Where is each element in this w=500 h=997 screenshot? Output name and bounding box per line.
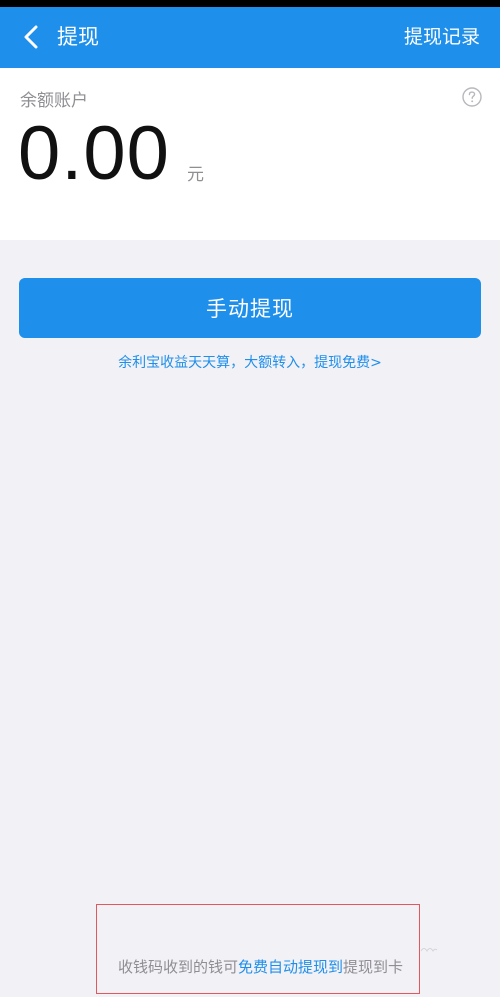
auto-withdraw-tip-text: 收钱码收到的钱可 xyxy=(118,958,239,976)
back-button[interactable] xyxy=(14,19,48,55)
chevron-left-icon xyxy=(24,25,38,49)
balance-label: 余额账户 xyxy=(20,91,88,111)
question-circle-icon[interactable] xyxy=(462,87,482,107)
auto-withdraw-tip-suffix: 提现到卡 xyxy=(343,958,404,976)
withdraw-records-link[interactable]: 提现记录 xyxy=(404,7,480,68)
manual-withdraw-button[interactable]: 手动提现 xyxy=(19,278,481,338)
navigation-bar: 提现 提现记录 xyxy=(0,7,500,68)
watermark-icon xyxy=(420,940,438,952)
balance-unit: 元 xyxy=(187,165,204,185)
status-bar xyxy=(0,0,500,7)
highlight-box xyxy=(96,904,420,994)
auto-withdraw-link[interactable]: 免费自动提现到 xyxy=(238,958,343,976)
balance-card: 余额账户 0.00 元 xyxy=(0,68,500,240)
auto-withdraw-tip: 收钱码收到的钱可免费自动提现到提现到卡 xyxy=(118,956,418,977)
yulibao-promo-link[interactable]: 余利宝收益天天算，大额转入，提现免费> xyxy=(0,352,500,372)
page-title: 提现 xyxy=(57,25,99,49)
balance-amount: 0.00 xyxy=(18,111,170,196)
